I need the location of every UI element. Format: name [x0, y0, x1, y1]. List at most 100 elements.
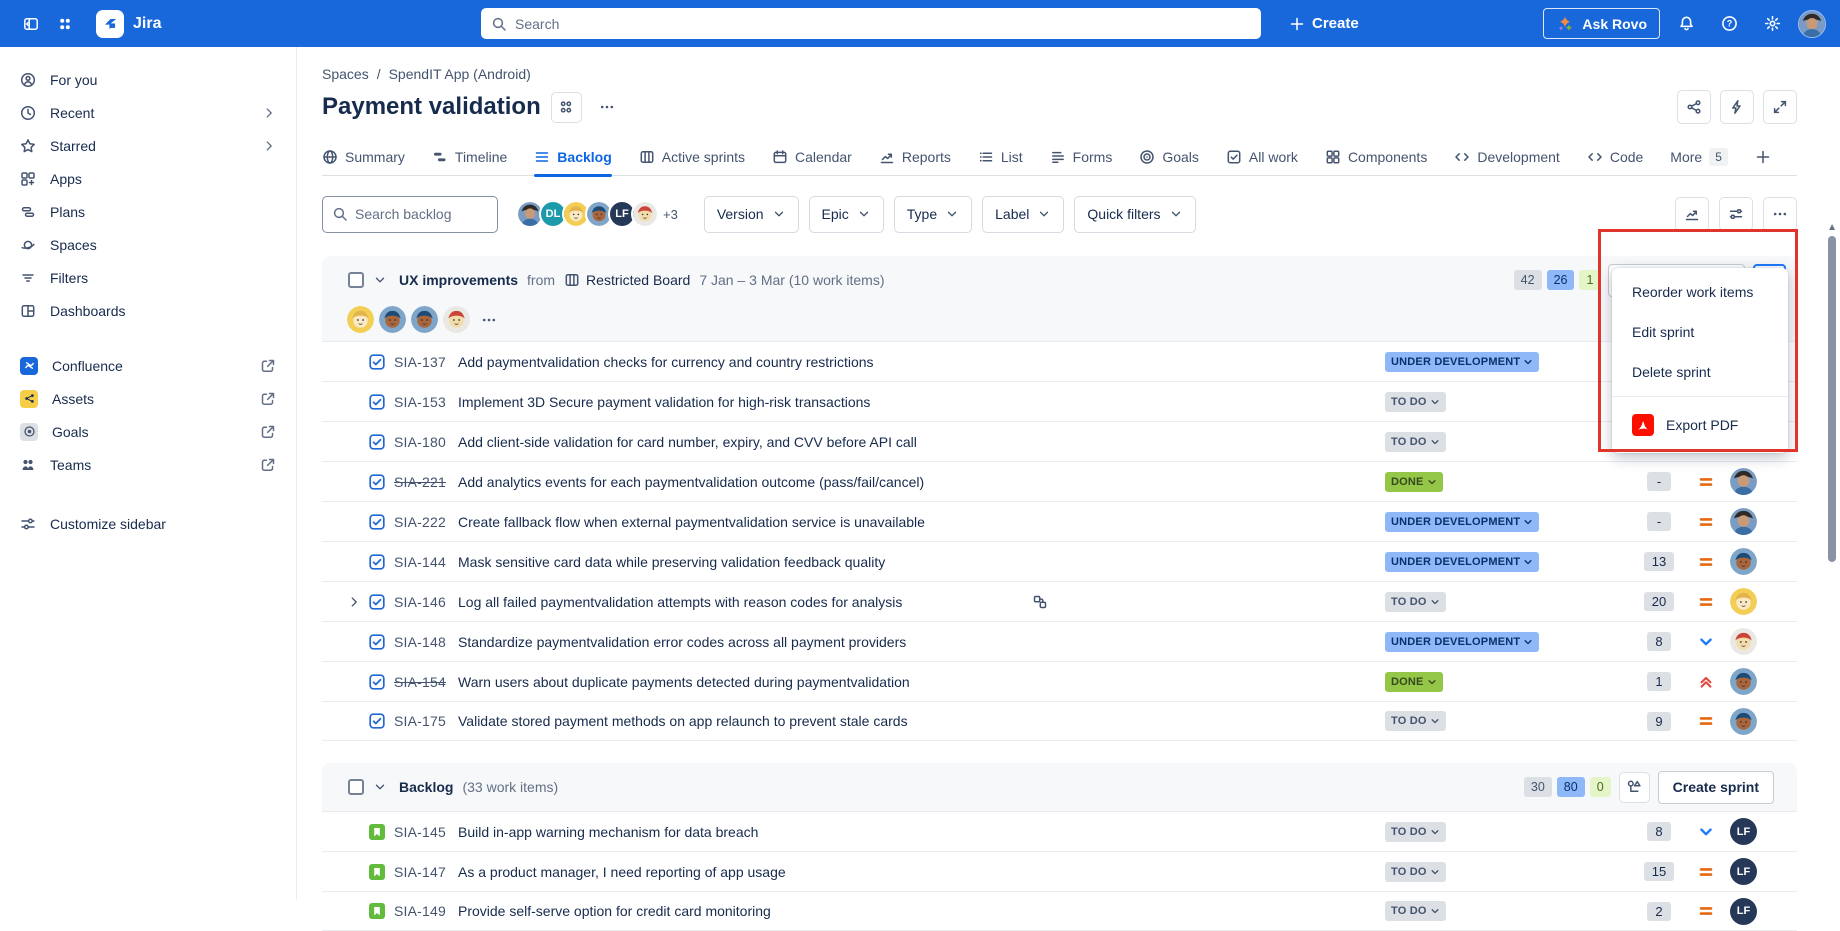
work-item-row[interactable]: SIA-221 Add analytics events for each pa…	[322, 461, 1797, 501]
avatar[interactable]	[1730, 668, 1757, 695]
item-summary[interactable]: Log all failed paymentvalidation attempt…	[458, 594, 1385, 610]
priority-medium-icon[interactable]	[1698, 514, 1714, 530]
tab-code[interactable]: Code	[1587, 138, 1643, 176]
menu-item-edit-sprint[interactable]: Edit sprint	[1612, 312, 1788, 352]
status-badge[interactable]: TO DO	[1385, 822, 1446, 842]
priority-medium-icon[interactable]	[1698, 903, 1714, 919]
board-members-button[interactable]	[551, 92, 582, 123]
item-summary[interactable]: Add analytics events for each paymentval…	[458, 474, 1385, 490]
sidebar-item-spaces[interactable]: Spaces	[10, 228, 286, 261]
automation-button[interactable]	[1720, 90, 1754, 124]
work-item-row[interactable]: SIA-149 Provide self-serve option for cr…	[322, 891, 1797, 931]
sidebar-item-filters[interactable]: Filters	[10, 261, 286, 294]
fullscreen-button[interactable]	[1763, 90, 1797, 124]
estimate-badge[interactable]: 15	[1644, 862, 1674, 881]
avatar[interactable]	[379, 306, 406, 333]
estimate-badge[interactable]: 2	[1647, 902, 1671, 921]
item-key[interactable]: SIA-148	[394, 634, 458, 650]
tab-calendar[interactable]: Calendar	[772, 138, 852, 176]
item-summary[interactable]: Create fallback flow when external payme…	[458, 514, 1385, 530]
strip-more-button[interactable]	[481, 312, 497, 328]
item-summary[interactable]: Warn users about duplicate payments dete…	[458, 674, 1385, 690]
expand-chevron-icon[interactable]	[347, 595, 361, 609]
item-summary[interactable]: Provide self-serve option for credit car…	[458, 903, 1385, 919]
tab-reports[interactable]: Reports	[879, 138, 951, 176]
chevron-down-icon[interactable]	[373, 273, 387, 287]
filter-quick-filters[interactable]: Quick filters	[1074, 196, 1195, 233]
view-settings-button[interactable]	[1719, 197, 1753, 231]
menu-item-reorder-work-items[interactable]: Reorder work items	[1612, 272, 1788, 312]
create-sprint-button[interactable]: Create sprint	[1658, 771, 1774, 804]
avatar[interactable]	[443, 306, 470, 333]
status-badge[interactable]: UNDER DEVELOPMENT	[1385, 352, 1539, 372]
avatar[interactable]	[347, 306, 374, 333]
settings-button[interactable]	[1755, 7, 1789, 41]
filter-version[interactable]: Version	[704, 196, 799, 233]
avatar[interactable]: LF	[1730, 818, 1757, 845]
tab-timeline[interactable]: Timeline	[432, 138, 507, 176]
avatar[interactable]: LF	[1730, 858, 1757, 885]
status-badge[interactable]: UNDER DEVELOPMENT	[1385, 552, 1539, 572]
sidebar-item-recent[interactable]: Recent	[10, 96, 286, 129]
sidebar-item-for-you[interactable]: For you	[10, 63, 286, 96]
item-summary[interactable]: As a product manager, I need reporting o…	[458, 864, 1385, 880]
estimate-badge[interactable]: 8	[1647, 822, 1671, 841]
priority-medium-icon[interactable]	[1698, 864, 1714, 880]
status-badge[interactable]: TO DO	[1385, 392, 1446, 412]
item-key[interactable]: SIA-147	[394, 864, 458, 880]
user-avatar[interactable]	[1798, 10, 1826, 38]
backlog-search-input[interactable]	[355, 206, 488, 222]
priority-low-icon[interactable]	[1698, 634, 1714, 650]
item-summary[interactable]: Standardize paymentvalidation error code…	[458, 634, 1385, 650]
customize-sidebar-button[interactable]: Customize sidebar	[10, 507, 286, 540]
work-item-row[interactable]: SIA-145 Build in-app warning mechanism f…	[322, 811, 1797, 851]
tab-active-sprints[interactable]: Active sprints	[639, 138, 745, 176]
estimate-badge[interactable]: 8	[1647, 632, 1671, 651]
tab-goals[interactable]: Goals	[1139, 138, 1199, 176]
add-tab-button[interactable]	[1755, 138, 1771, 176]
sprint-select-checkbox[interactable]	[348, 272, 364, 288]
priority-high-icon[interactable]	[1698, 674, 1714, 690]
status-badge[interactable]: UNDER DEVELOPMENT	[1385, 632, 1539, 652]
avatar[interactable]	[1730, 508, 1757, 535]
work-item-row[interactable]: SIA-154 Warn users about duplicate payme…	[322, 661, 1797, 701]
status-badge[interactable]: DONE	[1385, 672, 1443, 692]
priority-low-icon[interactable]	[1698, 824, 1714, 840]
avatar[interactable]: LF	[1730, 898, 1757, 925]
item-key[interactable]: SIA-221	[394, 474, 458, 490]
priority-medium-icon[interactable]	[1698, 474, 1714, 490]
avatar[interactable]	[1730, 628, 1757, 655]
estimate-badge[interactable]: 9	[1647, 712, 1671, 731]
tab-forms[interactable]: Forms	[1050, 138, 1113, 176]
collapse-sidebar-button[interactable]	[14, 7, 48, 41]
jira-logo[interactable]: Jira	[96, 10, 161, 38]
scroll-up-arrow[interactable]: ▲	[1827, 222, 1837, 233]
global-search-input[interactable]	[515, 16, 1251, 32]
sidebar-item-assets[interactable]: Assets	[10, 382, 286, 415]
avatar[interactable]	[1730, 708, 1757, 735]
avatar[interactable]	[631, 200, 659, 228]
estimate-badge[interactable]: 20	[1644, 592, 1674, 611]
work-item-row[interactable]: SIA-146 Log all failed paymentvalidation…	[322, 581, 1797, 621]
work-item-row[interactable]: SIA-153 Implement 3D Secure payment vali…	[322, 381, 1797, 421]
item-key[interactable]: SIA-175	[394, 713, 458, 729]
avatar[interactable]	[1730, 468, 1757, 495]
tab-more[interactable]: More 5	[1670, 138, 1728, 176]
estimate-badge[interactable]: -	[1647, 512, 1671, 531]
menu-item-delete-sprint[interactable]: Delete sprint	[1612, 352, 1788, 392]
status-badge[interactable]: TO DO	[1385, 711, 1446, 731]
item-key[interactable]: SIA-222	[394, 514, 458, 530]
item-key[interactable]: SIA-180	[394, 434, 458, 450]
item-key[interactable]: SIA-137	[394, 354, 458, 370]
filter-label[interactable]: Label	[982, 196, 1064, 233]
sidebar-item-confluence[interactable]: Confluence	[10, 349, 286, 382]
sidebar-item-teams[interactable]: Teams	[10, 448, 286, 481]
status-badge[interactable]: DONE	[1385, 472, 1443, 492]
item-key[interactable]: SIA-145	[394, 824, 458, 840]
chevron-down-icon[interactable]	[373, 780, 387, 794]
notifications-button[interactable]	[1669, 7, 1703, 41]
ask-rovo-button[interactable]: Ask Rovo	[1543, 8, 1660, 39]
backlog-select-checkbox[interactable]	[348, 779, 364, 795]
estimate-badge[interactable]: -	[1647, 472, 1671, 491]
share-button[interactable]	[1677, 90, 1711, 124]
